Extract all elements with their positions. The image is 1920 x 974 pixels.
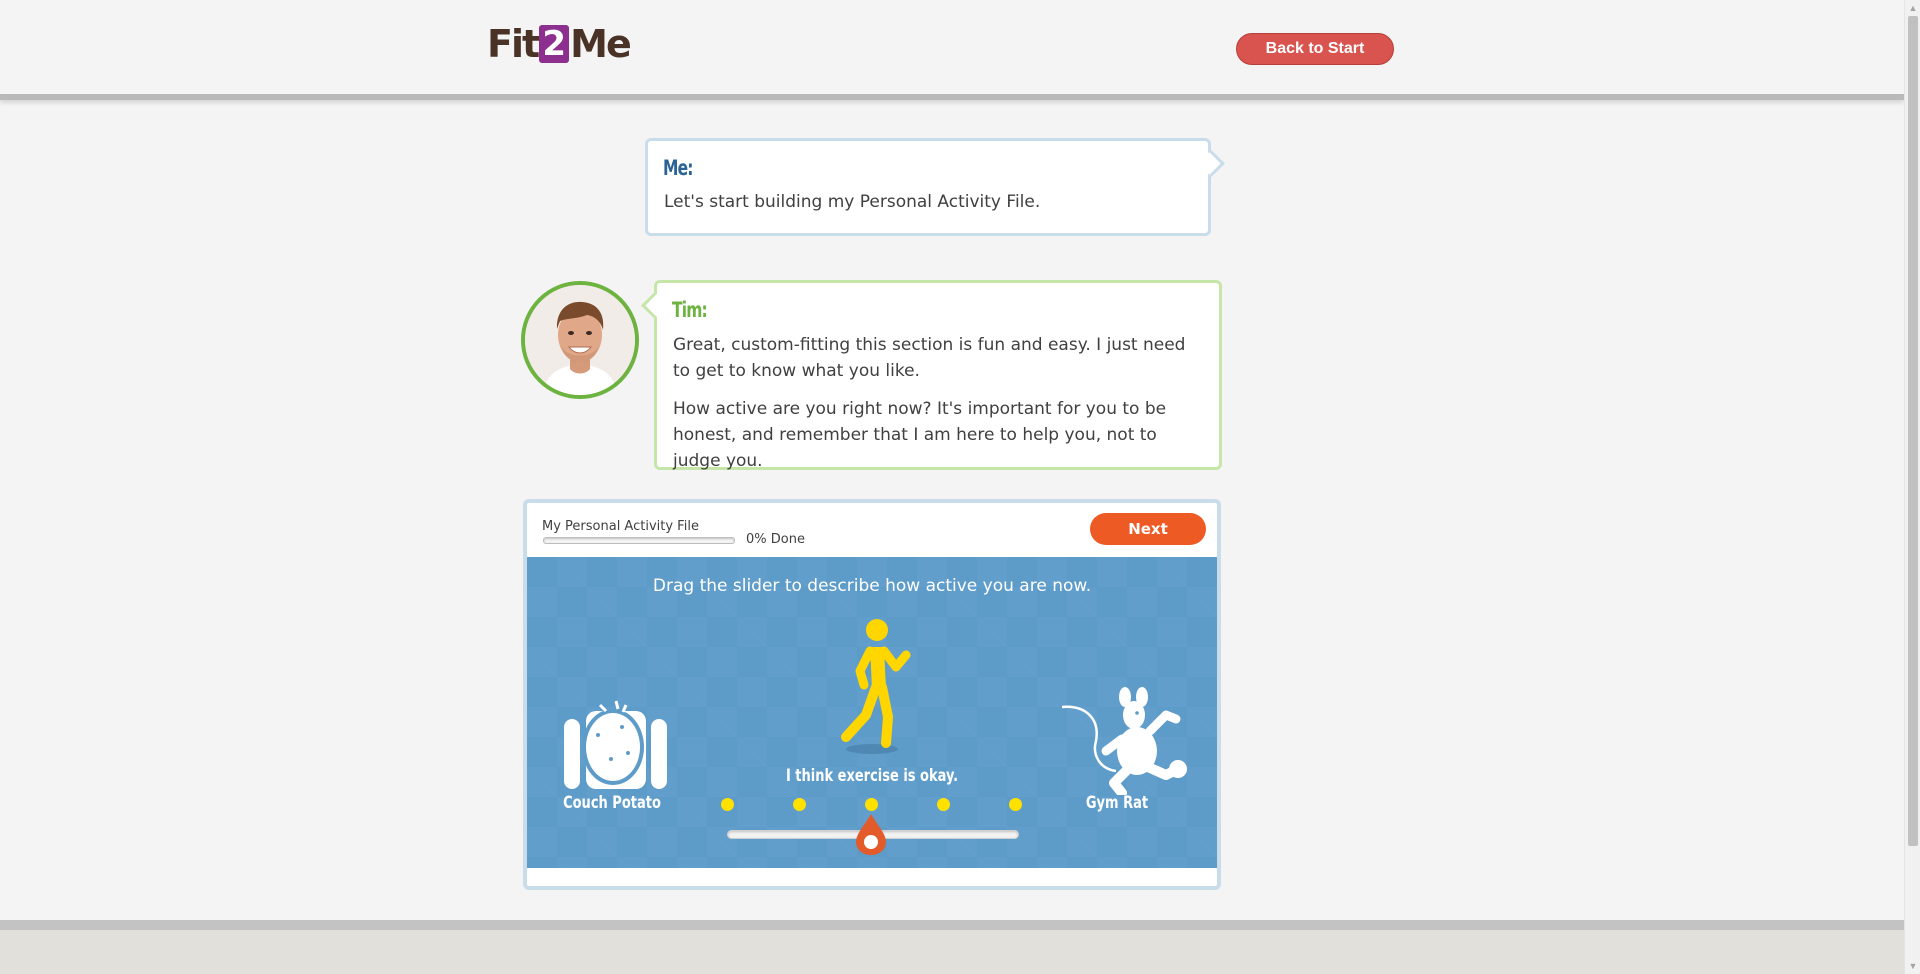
slider-step-dot[interactable] [720, 798, 734, 811]
progress-bar [543, 537, 735, 544]
logo-prefix: Fit [487, 22, 540, 66]
page-scrollbar[interactable]: ▲ ▼ [1904, 0, 1920, 974]
gym-rat-label: Gym Rat [1085, 793, 1149, 813]
activity-file-title: My Personal Activity File [542, 519, 699, 534]
walking-person-icon [841, 619, 911, 754]
me-speech-bubble: Me: Let's start building my Personal Act… [645, 138, 1211, 236]
me-speaker-name: Me: [663, 156, 693, 180]
tim-speaker-name: Tim: [672, 298, 708, 322]
tim-portrait-icon [525, 285, 635, 395]
me-message: Let's start building my Personal Activit… [664, 192, 1041, 212]
tim-avatar [521, 281, 639, 399]
tim-speech-bubble: Tim: Great, custom-fitting this section … [654, 280, 1222, 471]
footer-divider [0, 920, 1904, 930]
slider-step-dot[interactable] [792, 798, 806, 811]
logo-suffix: Me [570, 22, 632, 66]
slider-step-dot[interactable] [936, 798, 950, 811]
tim-message-1: Great, custom-fitting this section is fu… [673, 335, 1186, 381]
back-to-start-button[interactable]: Back to Start [1236, 33, 1394, 65]
activity-file-panel: My Personal Activity File 0% Done Next D… [523, 499, 1221, 890]
page-header: Fit 2 Me Back to Start [0, 0, 1904, 100]
activity-level-text: I think exercise is okay. [785, 766, 959, 786]
couch-potato-label: Couch Potato [563, 793, 661, 813]
scroll-down-arrow-icon[interactable]: ▼ [1905, 958, 1920, 974]
logo-two: 2 [539, 25, 570, 63]
slider-step-dot[interactable] [1008, 798, 1022, 811]
next-button[interactable]: Next [1090, 513, 1206, 545]
slider-step-dot[interactable] [864, 798, 878, 811]
fit2me-logo[interactable]: Fit 2 Me [487, 22, 632, 66]
progress-label: 0% Done [746, 532, 805, 547]
page-footer [0, 930, 1904, 974]
slider-handle[interactable] [854, 812, 888, 856]
tim-message-2: How active are you right now? It's impor… [673, 399, 1167, 471]
scroll-up-arrow-icon[interactable]: ▲ [1905, 0, 1920, 16]
scroll-thumb[interactable] [1908, 16, 1918, 846]
slider-instruction: Drag the slider to describe how active y… [652, 576, 1092, 596]
gym-rat-icon [1062, 687, 1187, 795]
activity-slider-area: Drag the slider to describe how active y… [527, 557, 1217, 868]
couch-potato-icon [564, 700, 667, 789]
